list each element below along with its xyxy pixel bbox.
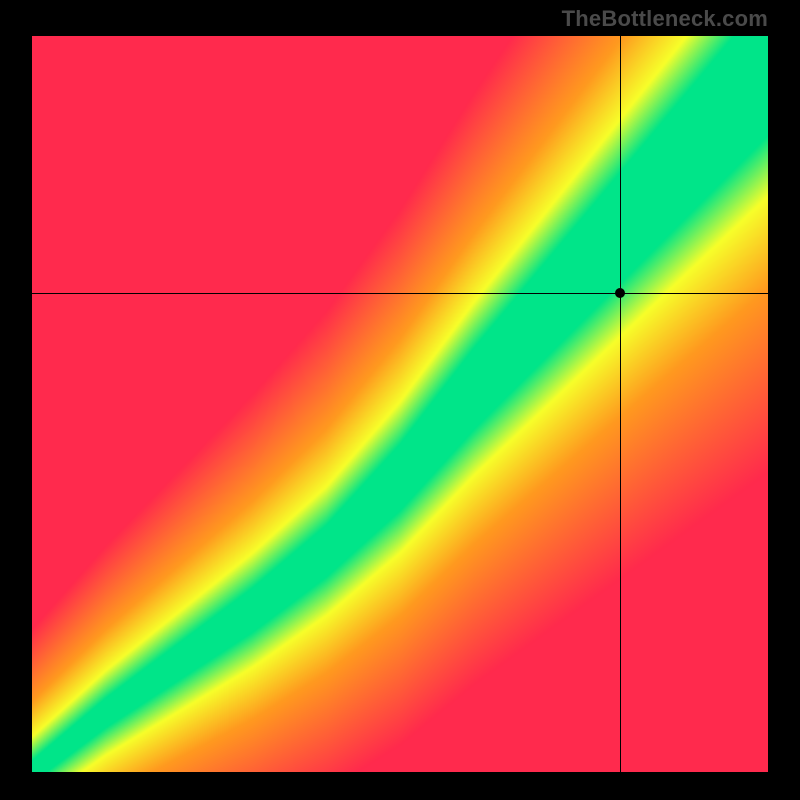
plot-area — [32, 36, 768, 772]
crosshair-vertical — [620, 36, 621, 772]
heatmap-canvas — [32, 36, 768, 772]
chart-frame: TheBottleneck.com — [0, 0, 800, 800]
marker-point — [615, 288, 625, 298]
crosshair-horizontal — [32, 293, 768, 294]
watermark-text: TheBottleneck.com — [562, 6, 768, 32]
